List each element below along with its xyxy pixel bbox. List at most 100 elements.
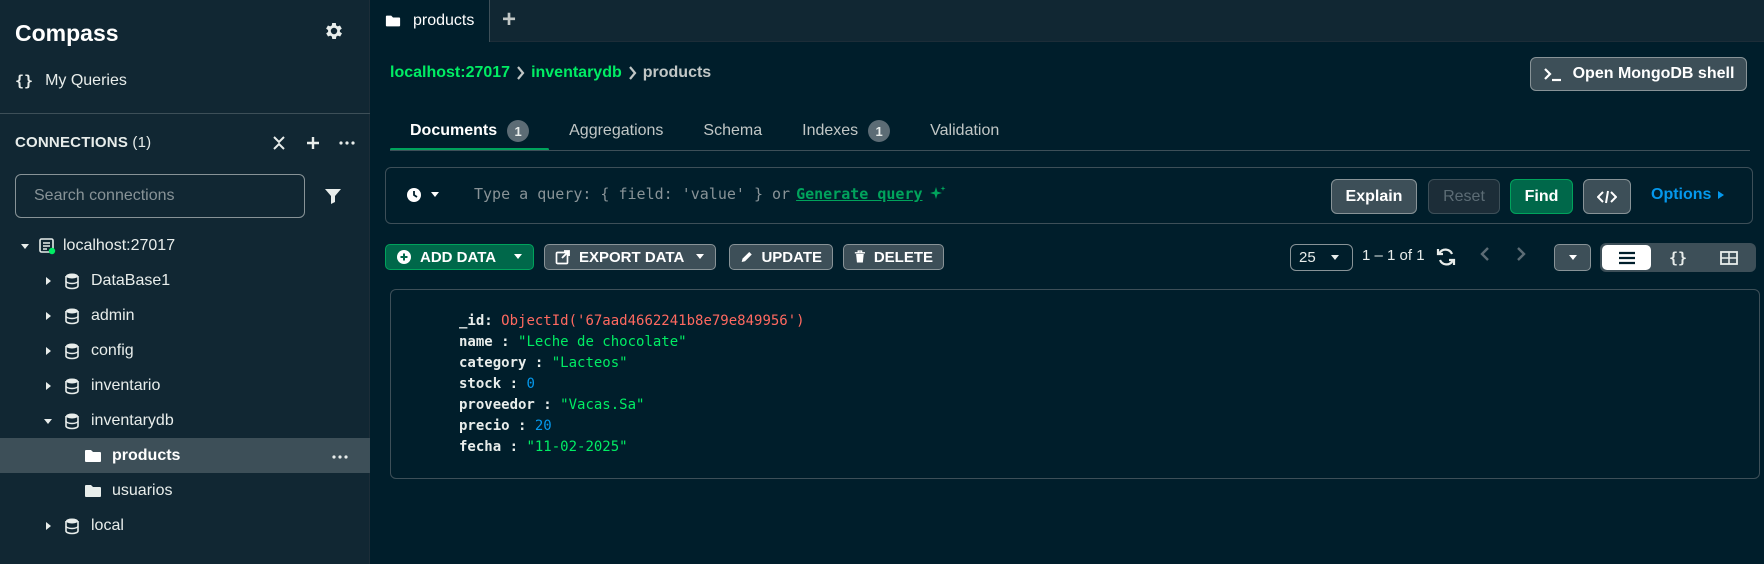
connections-count: (1) [132,134,152,151]
more-options-icon[interactable] [336,132,358,154]
tree-db-inventario[interactable]: inventario [0,368,370,403]
pencil-icon [741,251,752,263]
field-value: 20 [534,418,552,434]
tree-db-admin[interactable]: admin [0,298,370,333]
my-queries-link[interactable]: {} My Queries [15,72,127,90]
caret-down-icon [1330,254,1339,260]
breadcrumb-host[interactable]: localhost:27017 [390,64,510,82]
terminal-icon [1543,68,1561,82]
caret-down-icon [44,418,52,424]
database-icon [65,308,79,324]
breadcrumb-db[interactable]: inventarydb [531,64,622,82]
export-data-button[interactable]: EXPORT DATA [544,244,716,270]
tree-db-database1[interactable]: DataBase1 [0,263,370,298]
refresh-icon[interactable] [1435,246,1457,268]
tree-db-local[interactable]: local [0,508,370,543]
code-icon [1597,190,1617,203]
delete-label: DELETE [873,248,933,266]
generate-query-link[interactable]: Generate query [796,185,922,203]
breadcrumb-collection: products [642,64,712,81]
reset-button[interactable]: Reset [1428,179,1500,214]
open-shell-button[interactable]: Open MongoDB shell [1530,57,1747,91]
document-card[interactable]: _id: ObjectId('67aad4662241b8e79e849956'… [390,289,1760,479]
trash-icon [854,250,865,263]
add-data-label: ADD DATA [420,248,497,266]
field-key: _id [459,313,485,329]
tree-collection-usuarios[interactable]: usuarios [0,473,370,508]
field-value: "Leche de chocolate" [518,334,687,350]
connections-heading: CONNECTIONS (1) [15,134,151,151]
tree-label: products [112,446,181,464]
export-code-button[interactable] [1583,179,1631,214]
tab-aggregations[interactable]: Aggregations [549,112,683,150]
sidebar-divider [0,113,370,114]
caret-down-icon [1568,254,1577,260]
query-input[interactable]: Type a query: { field: 'value' } or Gene… [474,185,947,203]
gear-icon[interactable] [323,20,345,42]
page-size-select[interactable]: 25 [1290,244,1353,271]
tab-products[interactable]: products [370,0,490,42]
add-data-button[interactable]: ADD DATA [385,244,534,270]
doc-field-proveedor: proveedor : "Vacas.Sa" [459,397,645,413]
connection-server-icon [39,237,56,254]
table-icon [1720,250,1739,265]
database-icon [65,343,79,359]
json-view-button[interactable]: {} [1653,245,1702,270]
search-connections-input[interactable] [15,174,305,218]
options-toggle[interactable]: Options [1651,186,1725,204]
update-button[interactable]: UPDATE [729,244,833,270]
tab-documents[interactable]: Documents 1 [390,112,550,151]
caret-down-icon [21,243,29,249]
database-icon [65,273,79,289]
tree-db-inventarydb[interactable]: inventarydb [0,403,370,438]
find-button[interactable]: Find [1510,179,1573,214]
add-connection-icon[interactable] [302,132,324,154]
list-view-button[interactable] [1602,245,1652,270]
tab-aggregations-label: Aggregations [569,122,664,139]
query-placeholder: Type a query: { field: 'value' } or [474,185,791,203]
sidebar: Compass {} My Queries CONNECTIONS (1) Se… [0,0,370,564]
breadcrumb: localhost:27017 inventarydb products [390,64,711,82]
delete-button[interactable]: DELETE [843,244,944,270]
caret-down-icon [431,192,439,197]
subtabs-divider [390,150,1750,151]
previous-page-icon[interactable] [1480,246,1490,267]
tree-db-config[interactable]: config [0,333,370,368]
tree-collection-products[interactable]: products [0,438,370,473]
documents-count-badge: 1 [507,120,530,142]
braces-icon: {} [15,72,34,90]
folder-icon [385,15,401,27]
tab-indexes[interactable]: Indexes 1 [782,112,910,150]
database-icon [65,378,79,394]
doc-field-category: category : "Lacteos" [459,355,628,371]
caret-right-icon [46,346,51,355]
filter-icon[interactable] [322,185,344,207]
field-key: stock [459,376,502,392]
workspace-tabbar: products + [370,0,1764,42]
collection-more-icon[interactable] [332,446,348,464]
tree-connection-localhost[interactable]: localhost:27017 [0,228,370,263]
next-page-icon[interactable] [1516,246,1526,267]
folder-icon [85,449,101,462]
field-value: ObjectId('67aad4662241b8e79e849956') [501,313,805,329]
explain-button[interactable]: Explain [1331,179,1417,214]
query-history-button[interactable] [406,187,440,203]
tab-validation[interactable]: Validation [910,112,1019,150]
braces-icon: {} [1668,248,1688,267]
caret-right-icon [46,276,51,285]
folder-icon [85,484,101,497]
view-switcher: {} [1600,243,1756,272]
table-view-button[interactable] [1705,245,1754,270]
field-value: "Vacas.Sa" [560,397,645,413]
new-tab-button[interactable]: + [502,6,516,34]
field-value: 0 [526,376,535,392]
tab-schema[interactable]: Schema [683,112,782,150]
field-key: fecha [459,439,502,455]
doc-field-id: _id: ObjectId('67aad4662241b8e79e849956'… [459,313,805,329]
collapse-all-icon[interactable] [268,132,290,154]
tab-label: products [413,12,475,29]
export-data-label: EXPORT DATA [579,248,685,266]
view-options-dropdown[interactable] [1554,244,1591,271]
doc-field-stock: stock : 0 [459,376,535,392]
tree-label: inventarydb [91,411,174,429]
